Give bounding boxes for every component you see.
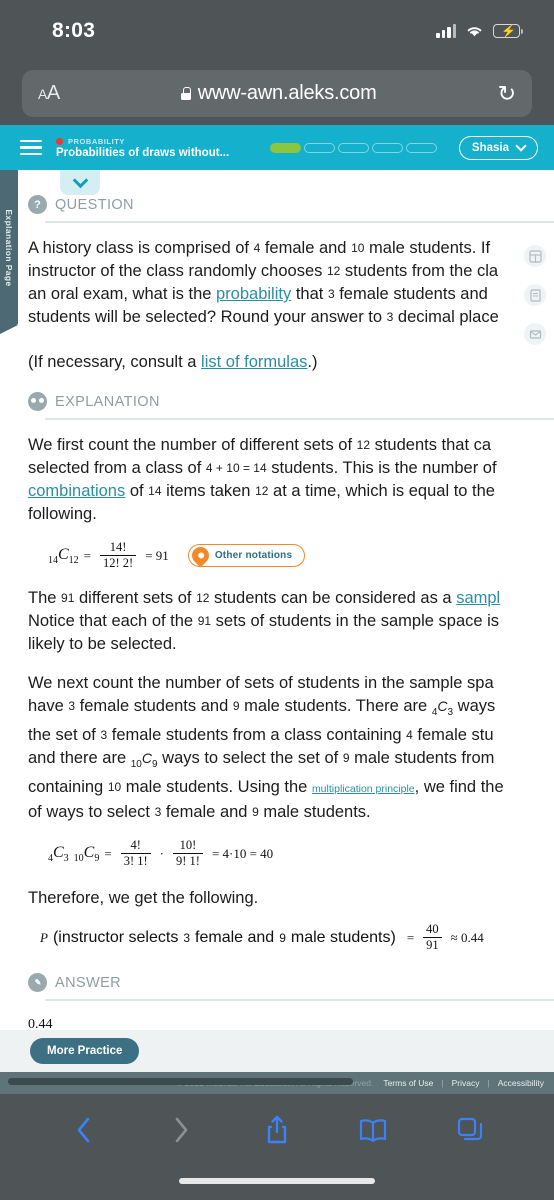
progress-bar — [269, 142, 437, 153]
forward-button[interactable] — [132, 1115, 228, 1145]
safari-url-bar: AA www-awn.aleks.com ↻ — [0, 62, 554, 125]
footer-divider: | — [487, 1078, 490, 1088]
topic-block: PROBABILITY Probabilities of draws witho… — [56, 137, 229, 159]
accessibility-link[interactable]: Accessibility — [498, 1078, 544, 1088]
footer-toolbar: More Practice — [0, 1030, 554, 1072]
question-section-header: ? QUESTION — [0, 195, 554, 214]
chevron-down-icon — [72, 172, 88, 188]
formula-final-probability: P (instructor selects 3 female and 9 male… — [40, 922, 484, 952]
topic-name: Probabilities of draws without... — [56, 146, 230, 159]
explanation-circle-icon — [28, 392, 47, 411]
home-indicator — [179, 1178, 375, 1184]
calculator-icon[interactable] — [524, 245, 546, 267]
other-notations-button[interactable]: Other notations — [187, 543, 306, 568]
privacy-link[interactable]: Privacy — [452, 1078, 480, 1088]
progress-segment — [337, 142, 369, 153]
user-menu-button[interactable]: Shasia — [458, 135, 538, 160]
cellular-bars-icon — [436, 24, 456, 38]
share-button[interactable] — [229, 1114, 325, 1146]
answer-circle-icon: ✎ — [28, 973, 47, 992]
map-pin-icon — [188, 543, 213, 568]
question-section-title: QUESTION — [55, 196, 134, 213]
aleks-header: PROBABILITY Probabilities of draws witho… — [0, 125, 554, 170]
explanation-paragraph-3: We next count the number of sets of stud… — [28, 674, 494, 692]
hamburger-menu-icon[interactable] — [20, 140, 42, 155]
fraction-14-factorial: 14! 12! 2! — [100, 540, 137, 571]
explanation-section-title: EXPLANATION — [55, 393, 160, 410]
combinations-link[interactable]: combinations — [28, 482, 125, 500]
progress-segment — [269, 142, 301, 153]
user-name: Shasia — [471, 141, 509, 154]
other-notations-label: Other notations — [214, 550, 293, 561]
consult-formulas-line: (If necessary, consult a list of formula… — [28, 353, 318, 371]
url-text[interactable]: www-awn.aleks.com — [198, 82, 377, 105]
probability-link[interactable]: probability — [216, 285, 291, 303]
explanation-section-header: EXPLANATION — [0, 392, 554, 411]
battery-charging-icon: ⚡ — [493, 24, 524, 38]
explanation-paragraph-2: The 91 different sets of 12 students can… — [28, 589, 501, 607]
topic-category: PROBABILITY — [68, 136, 125, 146]
ios-status-bar: 8:03 ⚡ — [0, 0, 554, 62]
answer-section-title: ANSWER — [55, 974, 122, 991]
phone-screen: 8:03 ⚡ AA www-awn.aleks.com ↻ PROBABILIT… — [0, 0, 554, 1200]
formula-combinations-14-choose-12: 14C12 = 14! 12! 2! = 91 Other notations — [0, 540, 554, 571]
wifi-icon — [467, 27, 482, 37]
progress-segment — [371, 142, 403, 153]
category-dot-icon — [56, 137, 63, 145]
more-practice-button[interactable]: More Practice — [30, 1038, 140, 1064]
page-body: Explanation Page ? QUESTION A history cl… — [0, 170, 554, 1075]
explanation-paragraph-1: We first count the number of different s… — [28, 436, 492, 454]
answer-section-header: ✎ ANSWER — [0, 973, 554, 992]
text-size-button[interactable]: AA — [38, 82, 60, 105]
progress-segment — [303, 142, 335, 153]
lock-icon — [180, 87, 191, 100]
tabs-button[interactable] — [422, 1116, 518, 1144]
collapse-panel-button[interactable] — [60, 170, 100, 195]
url-pill[interactable]: AA www-awn.aleks.com ↻ — [22, 70, 532, 117]
sample-space-link[interactable]: sampl — [456, 589, 500, 607]
progress-segment — [405, 142, 437, 153]
notes-page-icon[interactable] — [524, 284, 546, 306]
back-button[interactable] — [36, 1115, 132, 1145]
question-text: A history class is comprised of 4 female… — [28, 239, 491, 257]
terms-of-use-link[interactable]: Terms of Use — [383, 1078, 433, 1088]
chevron-down-icon — [515, 140, 527, 152]
safari-bottom-toolbar — [0, 1094, 554, 1200]
status-indicators: ⚡ — [436, 24, 524, 38]
list-of-formulas-link[interactable]: list of formulas — [201, 353, 307, 371]
reload-icon[interactable]: ↻ — [498, 81, 516, 107]
question-mark-circle-icon: ? — [28, 195, 47, 214]
status-time: 8:03 — [52, 19, 96, 42]
tool-rail — [524, 245, 546, 345]
footer-divider: | — [441, 1078, 444, 1088]
envelope-icon[interactable] — [524, 323, 546, 345]
horizontal-scrollbar[interactable] — [8, 1078, 353, 1085]
exercise-content: ? QUESTION A history class is comprised … — [0, 195, 554, 1075]
formula-4c3-times-10c9: 4C3 10C9 = 4! 3! 1! · 10! 9! 1! = 4·10 = 4… — [48, 838, 274, 868]
multiplication-principle-link[interactable]: multiplication principle — [312, 783, 415, 795]
bookmarks-button[interactable] — [325, 1116, 421, 1144]
therefore-line: Therefore, we get the following. — [28, 889, 259, 907]
